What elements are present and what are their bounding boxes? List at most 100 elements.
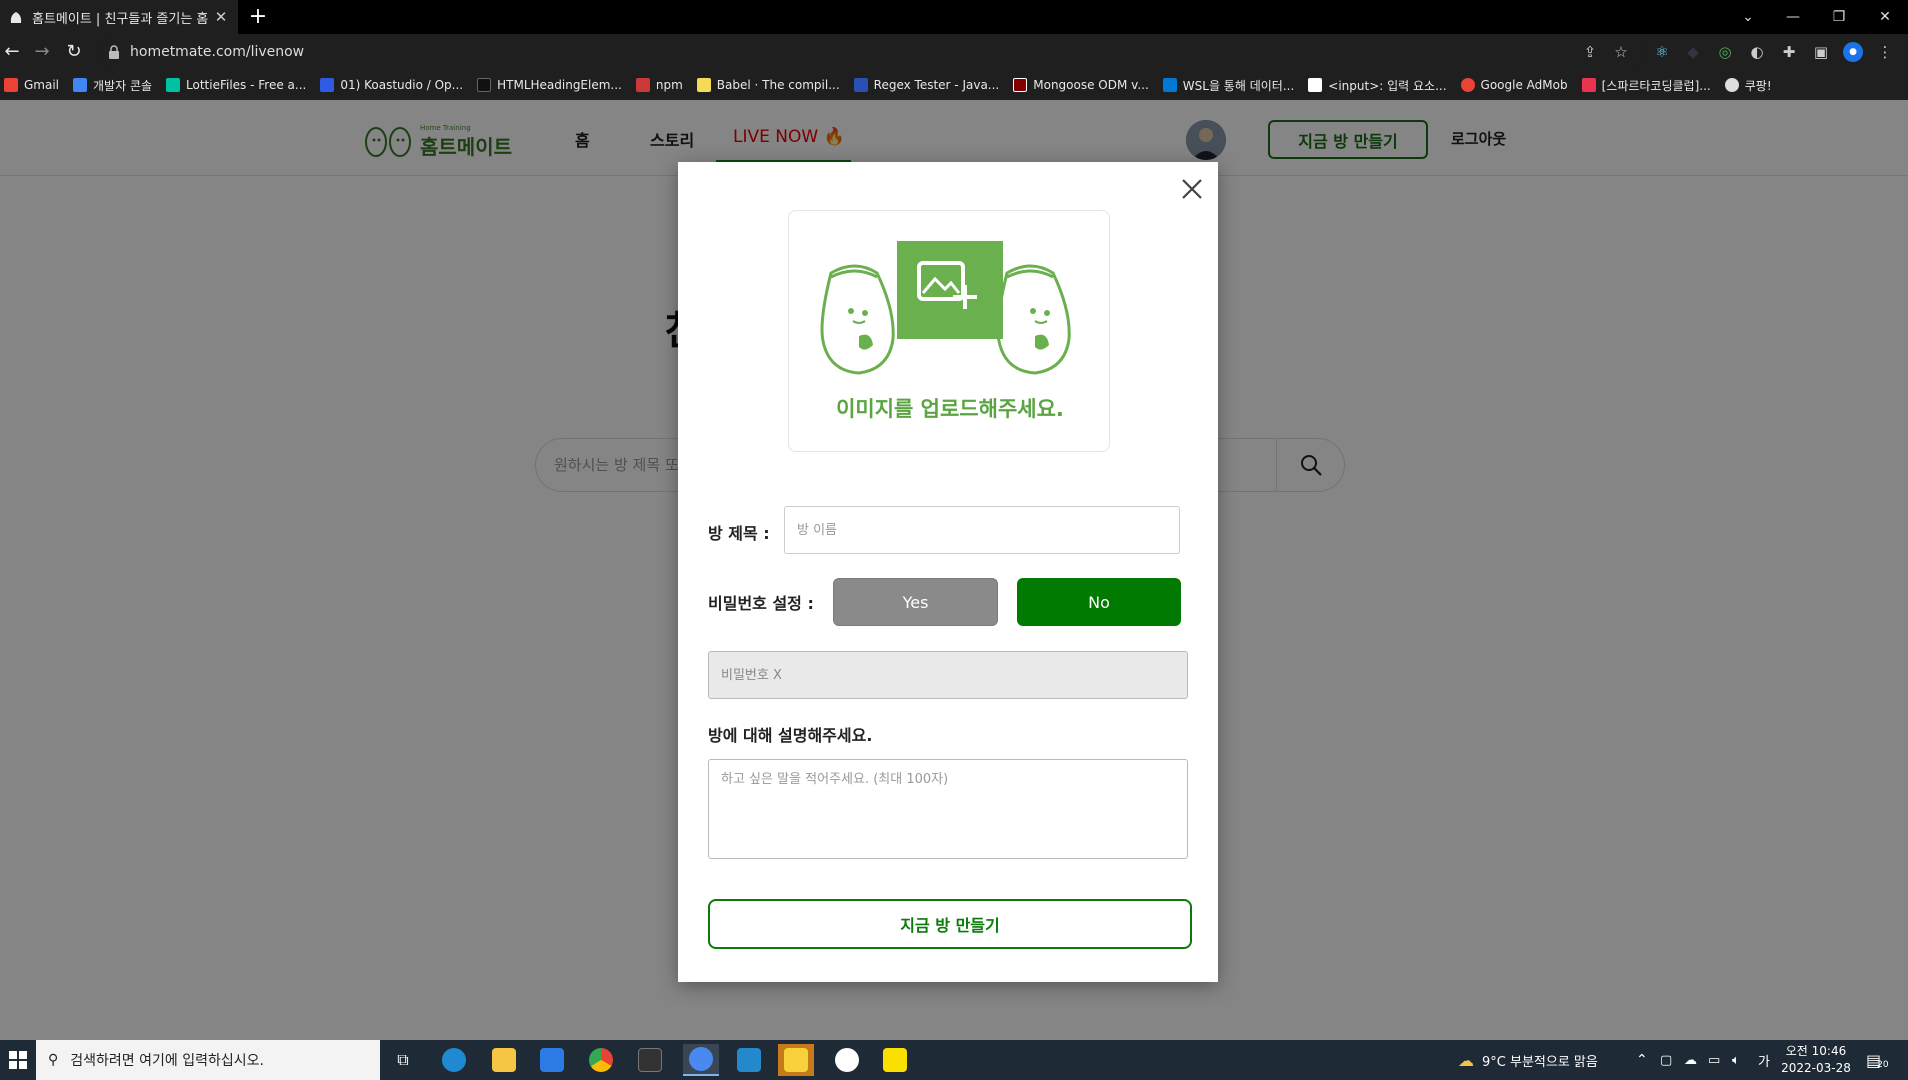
tray-app-icon[interactable]: ▢ (1660, 1040, 1672, 1080)
address-bar[interactable]: hometmate.com/livenow (96, 38, 1646, 66)
modal-close-button[interactable] (1177, 174, 1207, 204)
window-close-icon[interactable]: ✕ (1862, 0, 1908, 34)
bookmark-item[interactable]: Regex Tester - Java... (853, 78, 1000, 92)
extension-contrast-icon[interactable]: ◐ (1747, 42, 1767, 62)
room-title-input[interactable] (784, 506, 1180, 554)
bookmark-icon (166, 78, 181, 92)
bookmark-item[interactable]: <input>: 입력 요소... (1308, 77, 1447, 94)
vscode-icon[interactable] (731, 1044, 767, 1076)
room-description-textarea[interactable] (708, 759, 1188, 859)
bookmark-label: <input>: 입력 요소... (1328, 78, 1447, 93)
bookmark-item[interactable]: Gmail (4, 78, 59, 92)
mail-icon[interactable] (534, 1044, 570, 1076)
bookmark-item[interactable]: HTMLHeadingElem... (477, 78, 622, 92)
tray-chevron-icon[interactable]: ⌃ (1636, 1040, 1648, 1080)
browser-tab[interactable]: 홈트메이트 | 친구들과 즐기는 홈 ✕ (0, 0, 238, 34)
share-icon[interactable]: ⇪ (1580, 42, 1600, 62)
terminal-icon[interactable] (632, 1044, 668, 1076)
slack-icon[interactable] (829, 1044, 865, 1076)
bookmark-item[interactable]: 쿠팡! (1724, 77, 1772, 94)
weather-widget[interactable]: ☁ 9°C 부분적으로 맑음 (1458, 1040, 1598, 1080)
bookmark-item[interactable]: npm (635, 78, 683, 92)
forward-arrow-icon[interactable]: → (30, 40, 54, 64)
tab-title: 홈트메이트 | 친구들과 즐기는 홈 (32, 11, 209, 27)
ime-indicator[interactable]: 가 (1758, 1040, 1770, 1080)
bookmark-label: Gmail (24, 78, 60, 92)
address-bar-url: hometmate.com/livenow (130, 44, 305, 60)
back-arrow-icon[interactable]: ← (0, 40, 24, 64)
password-input[interactable] (708, 651, 1188, 699)
bookmark-icon (635, 78, 650, 92)
room-description-label: 방에 대해 설명해주세요. (708, 726, 873, 745)
taskbar-search-box[interactable]: ⚲ 검색하려면 여기에 입력하십시오. (36, 1040, 380, 1080)
minimize-icon[interactable]: — (1770, 0, 1816, 34)
bookmark-item[interactable]: Google AdMob (1460, 78, 1568, 92)
task-view-icon[interactable]: ⧉ (385, 1044, 421, 1076)
notification-center[interactable]: ▤ 20 (1866, 1040, 1889, 1080)
bookmark-label: Google AdMob (1480, 78, 1568, 92)
kakaotalk-icon[interactable] (877, 1044, 913, 1076)
chrome-profile-icon[interactable] (683, 1044, 719, 1076)
bookmark-label: Regex Tester - Java... (873, 78, 1000, 92)
bookmark-icon (1460, 78, 1475, 92)
windows-logo-icon (9, 1051, 27, 1069)
extensions-puzzle-icon[interactable]: ✚ (1779, 42, 1799, 62)
bookmark-label: Babel · The compil... (716, 78, 840, 92)
bookmark-icon (1581, 78, 1596, 92)
chrome-icon[interactable] (583, 1044, 619, 1076)
profile-avatar-icon[interactable]: ● (1843, 42, 1863, 62)
image-upload-area[interactable]: 이미지를 업로드해주세요. (788, 210, 1110, 452)
browser-menu-icon[interactable]: ⋮ (1875, 42, 1895, 62)
web-page: Home Training 홈트메이트 홈 스토리 LIVE NOW 🔥 지금 … (0, 100, 1908, 1040)
bookmark-item[interactable]: Babel · The compil... (696, 78, 840, 92)
bookmark-label: npm (655, 78, 683, 92)
reload-icon[interactable]: ↻ (62, 40, 86, 64)
start-button[interactable] (0, 1040, 36, 1080)
password-yes-button[interactable]: Yes (833, 578, 998, 626)
close-icon (1182, 179, 1202, 199)
bookmark-item[interactable]: [스파르타코딩클럽]... (1581, 77, 1711, 94)
bookmark-item[interactable]: WSL을 통해 데이터... (1162, 77, 1294, 94)
bookmark-icon (1308, 78, 1323, 92)
tab-search-icon[interactable]: ⌄ (1725, 0, 1771, 34)
side-panel-icon[interactable]: ▣ (1811, 42, 1831, 62)
new-tab-icon[interactable]: + (247, 4, 269, 30)
screen: 홈트메이트 | 친구들과 즐기는 홈 ✕ + ⌄ — ❐ ✕ ← → ↻ hom… (0, 0, 1908, 1080)
sticky-notes-icon[interactable] (778, 1044, 814, 1076)
bookmark-item[interactable]: 개발자 콘솔 (73, 77, 152, 94)
bookmark-icon (853, 78, 868, 92)
bookmark-label: [스파르타코딩클럽]... (1601, 78, 1711, 93)
restore-icon[interactable]: ❐ (1816, 0, 1862, 34)
bookmark-icon (73, 78, 88, 92)
tab-close-icon[interactable]: ✕ (212, 8, 230, 26)
volume-icon[interactable]: 🔈︎ (1732, 1040, 1740, 1080)
extension-dark-icon[interactable]: ◆ (1683, 42, 1703, 62)
password-setting-label: 비밀번호 설정 : (708, 594, 814, 613)
password-no-button[interactable]: No (1017, 578, 1181, 626)
edge-browser-icon[interactable] (436, 1044, 472, 1076)
tray-cloud-icon[interactable]: ☁ (1684, 1040, 1697, 1080)
bookmark-item[interactable]: 01) Koastudio / Op... (320, 78, 463, 92)
bookmark-label: LottieFiles - Free a... (186, 78, 307, 92)
upload-instruction: 이미지를 업로드해주세요. (836, 397, 1064, 421)
bookmark-label: 개발자 콘솔 (93, 78, 153, 93)
taskbar-search-placeholder: 검색하려면 여기에 입력하십시오. (70, 1053, 264, 1069)
clock[interactable]: 오전 10:46 2022-03-28 (1780, 1043, 1852, 1077)
submit-create-room-button[interactable]: 지금 방 만들기 (708, 899, 1192, 949)
bookmark-star-icon[interactable]: ☆ (1611, 42, 1631, 62)
bookmark-item[interactable]: Mongoose ODM v... (1013, 78, 1149, 92)
network-icon[interactable]: ▭ (1708, 1040, 1720, 1080)
bookmark-label: HTMLHeadingElem... (497, 78, 622, 92)
bookmark-icon (696, 78, 711, 92)
file-explorer-icon[interactable] (486, 1044, 522, 1076)
weather-text: 9°C 부분적으로 맑음 (1482, 1054, 1598, 1070)
browser-tab-bar: 홈트메이트 | 친구들과 즐기는 홈 ✕ + ⌄ — ❐ ✕ (0, 0, 1908, 34)
extension-green-icon[interactable]: ◎ (1715, 42, 1735, 62)
clock-time: 오전 10:46 (1785, 1044, 1847, 1058)
react-devtools-icon[interactable]: ⚛ (1652, 42, 1672, 62)
bookmarks-bar: Gmail 개발자 콘솔 LottieFiles - Free a... 01)… (0, 70, 1908, 100)
clock-date: 2022-03-28 (1781, 1061, 1851, 1075)
weather-cloud-icon: ☁ (1458, 1050, 1474, 1070)
bookmark-item[interactable]: LottieFiles - Free a... (166, 78, 306, 92)
windows-taskbar: ⚲ 검색하려면 여기에 입력하십시오. ⧉ ☁ 9°C 부분적으로 맑음 ⌃ ▢… (0, 1040, 1908, 1080)
